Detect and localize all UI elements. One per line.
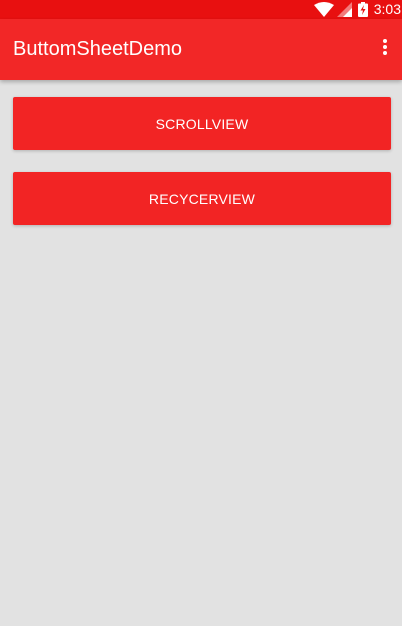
battery-charging-icon xyxy=(357,2,368,17)
app-title: ButtomSheetDemo xyxy=(13,38,182,60)
wifi-icon xyxy=(313,2,334,17)
status-bar: 3:03 xyxy=(0,0,402,19)
overflow-menu-icon xyxy=(383,39,387,60)
app-bar: ButtomSheetDemo xyxy=(0,19,402,80)
signal-icon xyxy=(336,2,352,17)
scrollview-button[interactable]: SCROLLVIEW xyxy=(13,97,391,150)
status-time: 3:03 xyxy=(373,1,401,17)
recyclerview-button[interactable]: RECYCERVIEW xyxy=(13,172,391,225)
overflow-menu-button[interactable] xyxy=(368,19,402,80)
status-icons: 3:03 xyxy=(313,0,402,19)
